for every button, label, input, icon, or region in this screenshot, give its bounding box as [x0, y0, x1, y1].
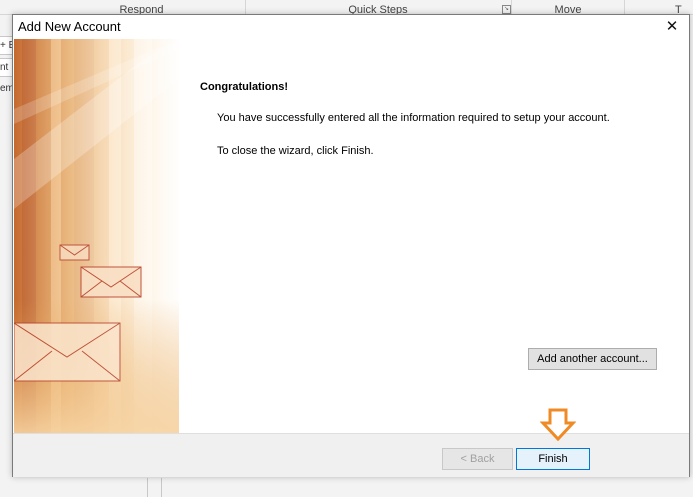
quick-steps-launcher-icon[interactable]: ↘ — [502, 5, 511, 14]
ribbon-group-quick-steps: Quick Steps — [245, 0, 512, 14]
background-divider — [147, 478, 148, 497]
ribbon-group-tags: T — [675, 4, 682, 14]
background-divider — [161, 478, 162, 497]
dialog-titlebar[interactable]: Add New Account ✕ — [13, 15, 689, 39]
background-ribbon: Respond Quick Steps ↘ Move T — [0, 0, 693, 15]
wizard-decorative-image — [14, 39, 179, 433]
add-new-account-dialog: Add New Account ✕ Congratulations! You h… — [12, 14, 690, 477]
ribbon-group-respond: Respond — [38, 0, 246, 14]
dialog-footer: < Back Finish — [13, 433, 689, 477]
ribbon-group-move: Move — [512, 0, 625, 14]
add-another-account-button[interactable]: Add another account... — [528, 348, 657, 370]
envelope-icon-small — [59, 244, 90, 261]
finish-button[interactable]: Finish — [516, 448, 590, 470]
envelope-icon-large — [14, 322, 121, 382]
congratulations-heading: Congratulations! — [200, 81, 288, 93]
dialog-title: Add New Account — [18, 19, 121, 34]
success-message: You have successfully entered all the in… — [217, 112, 610, 124]
finish-instruction: To close the wizard, click Finish. — [217, 145, 374, 157]
envelope-artwork — [14, 39, 179, 433]
back-button[interactable]: < Back — [442, 448, 513, 470]
envelope-icon-medium — [80, 266, 142, 298]
down-arrow-icon — [540, 408, 576, 442]
close-icon[interactable]: ✕ — [655, 15, 689, 39]
